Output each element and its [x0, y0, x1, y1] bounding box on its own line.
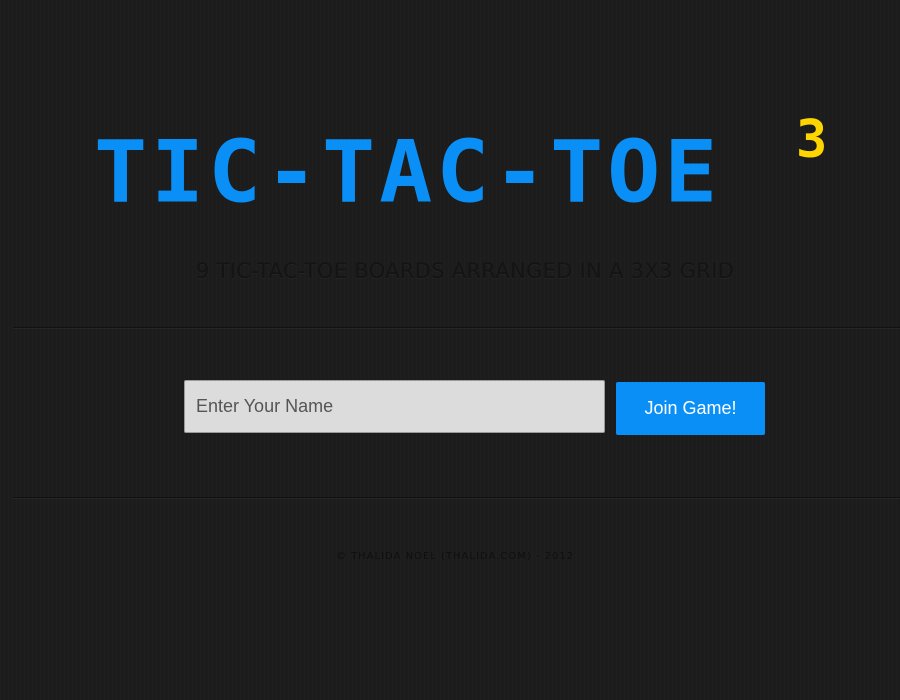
page-title: TIC-TAC-TOE: [94, 122, 722, 223]
name-input[interactable]: [184, 380, 605, 433]
divider-bottom: [13, 497, 900, 499]
footer-credit: © THALIDA NOEL (THALIDA.COM) - 2012: [335, 551, 575, 562]
page-header: TIC-TAC-TOE 3: [0, 114, 900, 230]
divider-top: [13, 327, 900, 329]
join-game-button[interactable]: Join Game!: [616, 382, 765, 435]
title-superscript: 3: [796, 110, 828, 170]
page-subtitle: 9 TIC-TAC-TOE BOARDS ARRANGED IN A 3X3 G…: [195, 259, 735, 283]
